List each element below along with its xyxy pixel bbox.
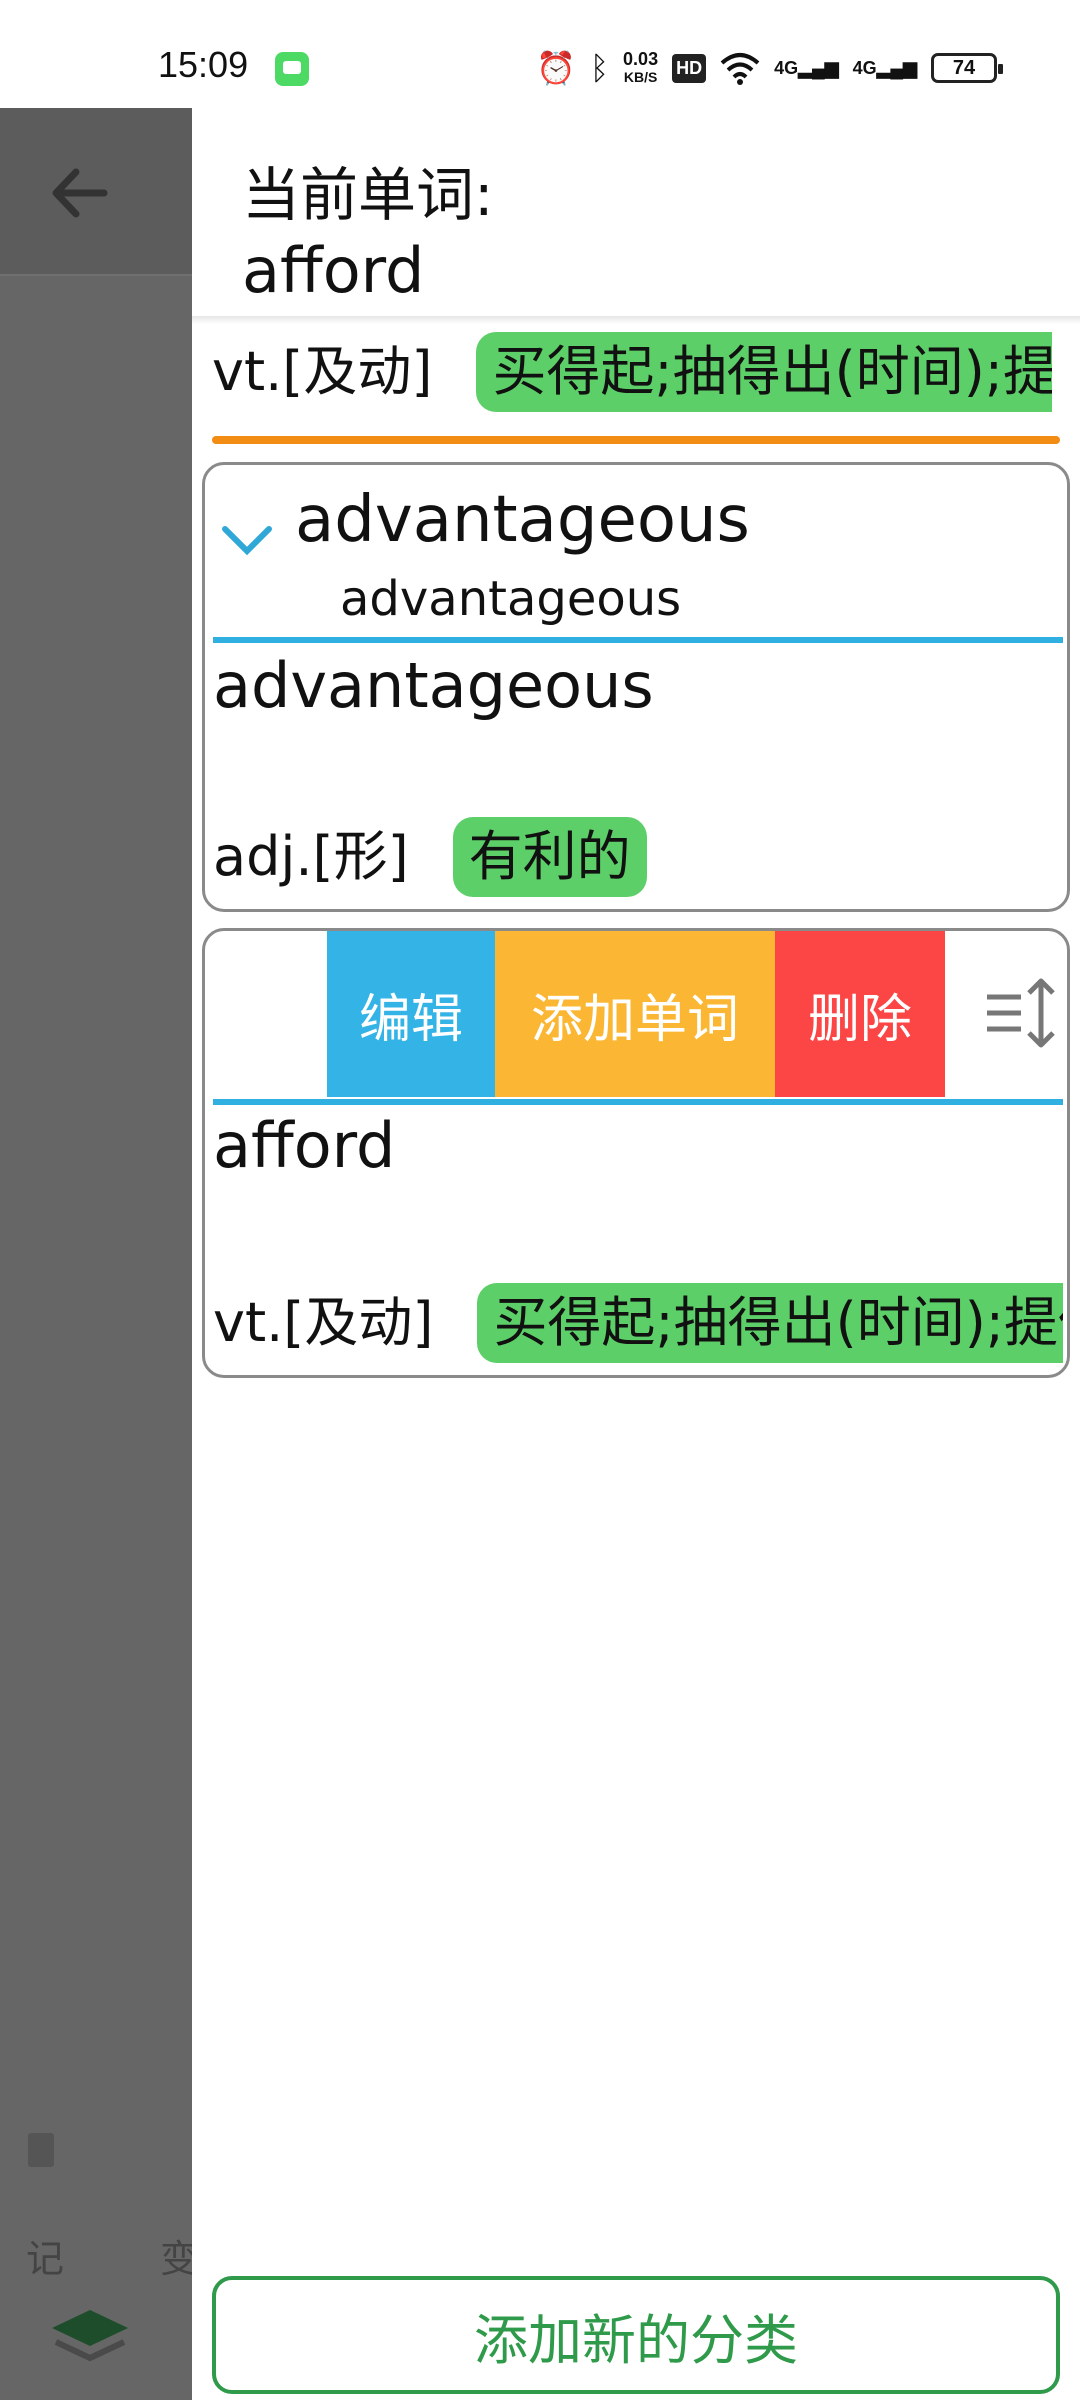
background-app-scrim[interactable]: 记 变 (0, 108, 198, 2400)
delete-button[interactable]: 删除 (775, 931, 945, 1097)
word-entry[interactable]: advantageous (213, 649, 654, 722)
bluetooth-icon: ᛒ (589, 50, 610, 86)
add-word-button[interactable]: 添加单词 (495, 931, 775, 1097)
alarm-icon: ⏰ (536, 50, 576, 86)
current-word: afford (242, 234, 425, 307)
tab-label-1[interactable]: 记 (26, 2228, 64, 2283)
category-card[interactable]: advantageous advantageous advantageous a… (202, 462, 1070, 912)
orange-divider (212, 436, 1060, 444)
drag-sort-icon[interactable] (983, 973, 1057, 1053)
category-title: advantageous (295, 483, 750, 557)
signal-icon-2: 4G▂▄▆ (852, 57, 918, 78)
meaning-tag: 买得起;抽得出(时间);提供 (477, 1283, 1063, 1363)
message-icon (275, 52, 309, 86)
header-shadow (192, 316, 1080, 324)
document-icon (28, 2133, 54, 2167)
net-speed: 0.03 KB/S (623, 49, 659, 85)
current-word-label: 当前单词: (242, 161, 494, 229)
meaning-tag: 有利的 (452, 817, 647, 897)
background-app-header (0, 108, 192, 276)
part-of-speech: vt.[及动] (212, 340, 433, 403)
layers-icon[interactable] (48, 2306, 132, 2366)
edit-button[interactable]: 编辑 (327, 931, 495, 1097)
chevron-down-icon[interactable] (217, 515, 277, 565)
word-meaning-row: vt.[及动] 买得起;抽得出(时间);提供 (213, 1283, 1063, 1363)
signal-icon: 4G▂▄▆ (774, 57, 839, 78)
category-subtitle: advantageous (340, 571, 682, 627)
add-category-button[interactable]: 添加新的分类 (212, 2276, 1060, 2394)
status-bar: 15:09 ⏰ ᛒ 0.03 KB/S HD 4G▂▄▆ 4G▂▄▆ 74 (0, 0, 1080, 108)
hd-icon: HD (672, 53, 707, 83)
current-word-meaning-row: vt.[及动] 买得起;抽得出(时间);提供 (212, 332, 1052, 412)
word-entry[interactable]: afford (213, 1109, 395, 1182)
category-divider (213, 1099, 1063, 1105)
meaning-tag: 买得起;抽得出(时间);提供 (476, 332, 1052, 412)
wifi-icon (720, 53, 760, 85)
category-divider (213, 637, 1063, 643)
current-word-header: 当前单词: afford (192, 108, 1080, 318)
status-icons: ⏰ ᛒ 0.03 KB/S HD 4G▂▄▆ 4G▂▄▆ 74 (536, 48, 1004, 88)
category-card-swiped[interactable]: 编辑 添加单词 删除 afford vt.[及动] 买得起;抽得出(时间);提供 (202, 928, 1070, 1378)
part-of-speech: adj.[形] (213, 825, 409, 888)
category-drawer: 当前单词: afford vt.[及动] 买得起;抽得出(时间);提供 advan… (192, 108, 1080, 2400)
part-of-speech: vt.[及动] (213, 1291, 434, 1354)
word-meaning-row: adj.[形] 有利的 (213, 817, 1063, 897)
back-arrow-icon[interactable] (44, 158, 114, 228)
status-time: 15:09 (158, 44, 249, 85)
battery-icon: 74 (931, 53, 1004, 83)
